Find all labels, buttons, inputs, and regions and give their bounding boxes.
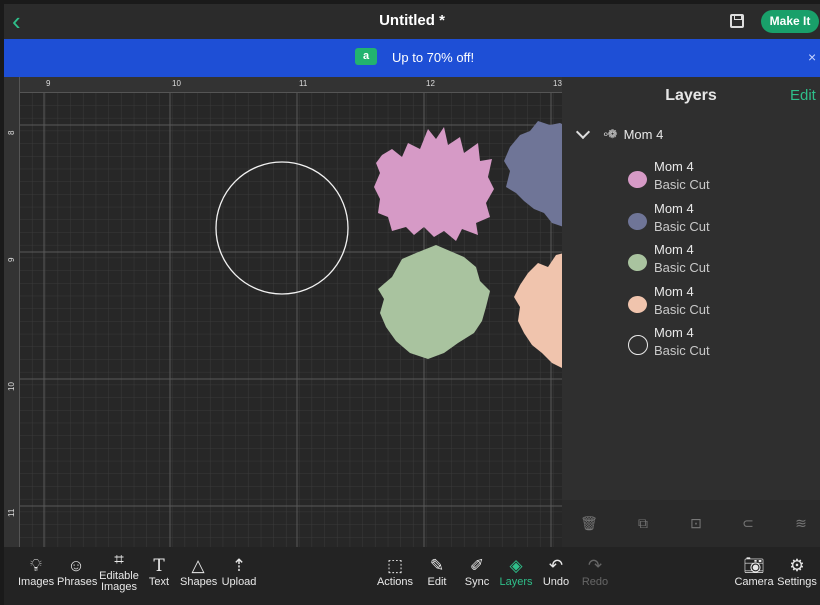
layer-operation: Basic Cut [654,219,710,234]
tool-label: Upload [221,576,257,588]
edit-icon: ✎ [429,556,445,575]
attach-icon[interactable]: ⊂ [739,514,757,532]
text-icon: T [153,556,165,576]
phrases-tool[interactable]: ☺ Phrases [57,555,98,588]
trash-icon[interactable]: 🗑︎ [580,514,598,532]
undo-icon: ↶ [548,556,564,575]
tool-label: Shapes [180,576,218,588]
layer-name: Mom 4 [654,159,694,174]
tool-label: Edit [427,576,447,588]
layer-operation: Basic Cut [654,302,710,317]
group-icon: ∘❁ [602,127,618,141]
layer-name: Mom 4 [654,325,694,340]
redo-icon: ↷ [587,556,603,575]
layer-swatch-icon [628,254,647,271]
tool-label: Images [18,576,55,588]
promo-banner[interactable]: a Up to 70% off! × [4,39,820,77]
gear-icon: ⚙ [789,556,805,575]
lightbulb-icon: 💡︎ [30,556,42,575]
tool-label: Redo [581,576,609,588]
tool-label: Phrases [57,576,98,588]
close-icon[interactable]: × [808,49,816,65]
layers-icon: ◈ [509,556,523,575]
upload-tool[interactable]: ⇡ Upload [221,555,257,588]
tag-icon: a [355,48,377,65]
ruler-label: 11 [7,508,16,517]
layer-item[interactable]: Mom 4 Basic Cut [628,201,808,239]
editable-images-tool[interactable]: ⌗ Editable Images [97,549,141,593]
save-icon[interactable] [730,14,744,28]
ruler-label: 12 [426,79,435,88]
layer-swatch-icon [628,296,647,313]
top-bar: ‹ Untitled * Make It [4,4,820,39]
chevron-down-icon[interactable] [575,124,591,139]
panel-title: Layers [665,87,717,104]
tool-label: Images [100,581,138,593]
undo-tool[interactable]: ↶ Undo [541,555,571,588]
speech-bubble-icon: ☺ [67,556,85,575]
tool-label: Text [148,576,170,588]
tool-label: Actions [376,576,414,588]
upload-icon: ⇡ [231,556,247,575]
ruler-label: 8 [7,130,16,135]
layer-item[interactable]: Mom 4 Basic Cut [628,242,808,280]
hide-icon[interactable]: ⊡ [687,514,705,532]
duplicate-icon[interactable]: ⧉ [634,514,652,532]
layer-item[interactable]: Mom 4 Basic Cut [628,159,808,197]
ruler-label: 10 [7,382,16,391]
tool-label: Settings [777,576,817,588]
layer-operation: Basic Cut [654,260,710,275]
layers-panel: Layers Edit ∘❁ Mom 4 Mom 4 Basic Cut Mom… [562,77,820,547]
make-it-button[interactable]: Make It [761,10,819,33]
ruler-label: 9 [7,257,16,262]
promo-text[interactable]: Up to 70% off! [392,50,474,65]
arrange-icon[interactable]: ≋ [792,514,810,532]
ruler-label: 10 [172,79,181,88]
tool-label: Sync [464,576,490,588]
camera-tool[interactable]: 📷︎ Camera [733,555,775,588]
ruler-label: 11 [299,79,308,88]
settings-tool[interactable]: ⚙ Settings [776,555,818,588]
layer-group-row[interactable]: ∘❁ Mom 4 [575,124,664,143]
left-ruler: 8 9 10 11 [4,77,20,547]
editable-image-icon: ⌗ [114,550,124,569]
layer-item[interactable]: Mom 4 Basic Cut [628,325,808,363]
actions-tool[interactable]: ⬚ Actions [374,555,416,588]
project-title: Untitled * [379,12,445,29]
layer-swatch-icon [628,213,647,230]
sync-tool[interactable]: ✐ Sync [463,555,491,588]
shapes-icon: △ [191,556,205,575]
camera-icon: 📷︎ [743,556,765,575]
layer-operation: Basic Cut [654,343,710,358]
tool-label: Undo [542,576,570,588]
design-canvas[interactable]: 9 10 11 12 13 8 9 10 11 [4,77,562,547]
actions-icon: ⬚ [386,556,404,575]
text-tool[interactable]: T Text [146,555,172,588]
redo-tool[interactable]: ↷ Redo [581,555,609,588]
images-tool[interactable]: 💡︎ Images [18,555,54,588]
shapes-tool[interactable]: △ Shapes [180,555,218,588]
layers-tool[interactable]: ◈ Layers [498,555,534,588]
top-ruler: 9 10 11 12 13 [4,77,562,93]
tool-label: Layers [499,576,533,588]
tool-label: Camera [734,576,774,588]
sync-icon: ✐ [469,556,485,575]
layer-item[interactable]: Mom 4 Basic Cut [628,284,808,322]
edit-tool[interactable]: ✎ Edit [424,555,450,588]
ruler-label: 9 [46,79,51,88]
layer-name: Mom 4 [654,201,694,216]
bottom-toolbar: 💡︎ Images ☺ Phrases ⌗ Editable Images T … [4,547,820,605]
layer-swatch-icon [628,171,647,188]
ruler-label: 13 [553,79,562,88]
group-name: Mom 4 [623,126,664,142]
edit-layers-button[interactable]: Edit [790,87,816,104]
canvas-grid [20,93,562,547]
layer-operation: Basic Cut [654,177,710,192]
layer-name: Mom 4 [654,284,694,299]
layer-swatch-icon [628,335,648,355]
layers-toolbar: 🗑︎ ⧉ ⊡ ⊂ ≋ [562,500,820,547]
layer-name: Mom 4 [654,242,694,257]
